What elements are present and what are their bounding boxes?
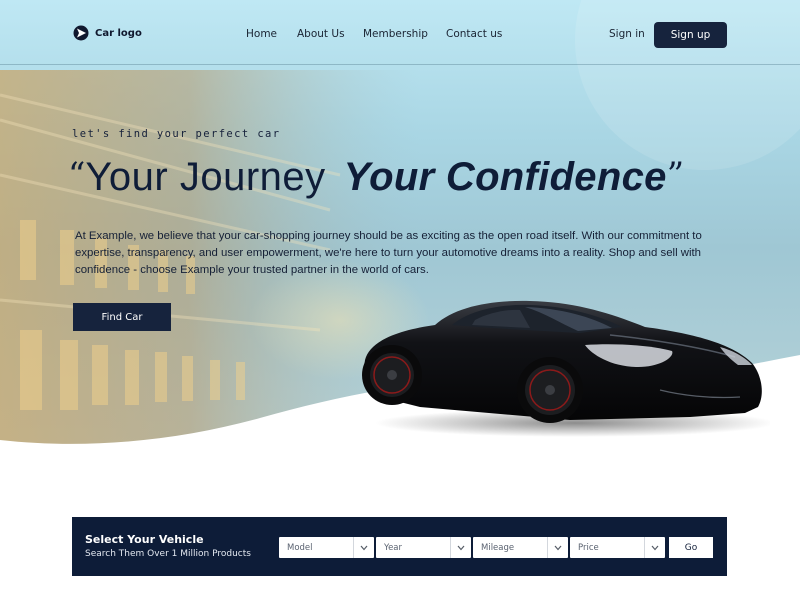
logo[interactable]: Car logo — [73, 25, 142, 41]
play-triangle-icon — [73, 25, 89, 41]
select-year-label: Year — [384, 542, 402, 553]
navbar: Car logo Home About Us Membership Contac… — [0, 0, 800, 65]
select-year[interactable]: Year — [376, 537, 471, 558]
nav-home[interactable]: Home — [246, 28, 277, 40]
select-model[interactable]: Model — [279, 537, 374, 558]
headline-part1: Your Journey — [85, 155, 326, 199]
nav-about-us[interactable]: About Us — [297, 28, 345, 40]
nav-contact-us[interactable]: Contact us — [446, 28, 502, 40]
select-mileage[interactable]: Mileage — [473, 537, 568, 558]
sign-in-link[interactable]: Sign in — [609, 28, 645, 40]
front-wheel — [517, 357, 583, 423]
rear-wheel — [362, 345, 422, 405]
select-model-label: Model — [287, 542, 313, 553]
search-title: Select Your Vehicle — [85, 533, 204, 546]
hero-description: At Example, we believe that your car-sho… — [75, 230, 702, 276]
sports-car-image — [362, 300, 770, 437]
hero-headline: “Your Journey Your Confidence” — [68, 155, 684, 200]
search-subtitle: Search Them Over 1 Million Products — [85, 549, 251, 559]
nav-membership[interactable]: Membership — [363, 28, 428, 40]
hero-tagline: let's find your perfect car — [72, 128, 281, 140]
open-quote: “ — [68, 155, 86, 195]
select-price-label: Price — [578, 542, 599, 553]
select-price[interactable]: Price — [570, 537, 665, 558]
go-button[interactable]: Go — [669, 537, 713, 558]
chevron-down-icon — [450, 537, 471, 558]
chevron-down-icon — [353, 537, 374, 558]
chevron-down-icon — [644, 537, 665, 558]
sign-up-button[interactable]: Sign up — [654, 22, 727, 48]
select-mileage-label: Mileage — [481, 542, 515, 553]
logo-text: Car logo — [95, 27, 142, 39]
close-quote: ” — [666, 155, 685, 195]
headline-part2: Your Confidence — [343, 155, 667, 199]
vehicle-search-bar: Select Your Vehicle Search Them Over 1 M… — [72, 517, 727, 576]
chevron-down-icon — [547, 537, 568, 558]
